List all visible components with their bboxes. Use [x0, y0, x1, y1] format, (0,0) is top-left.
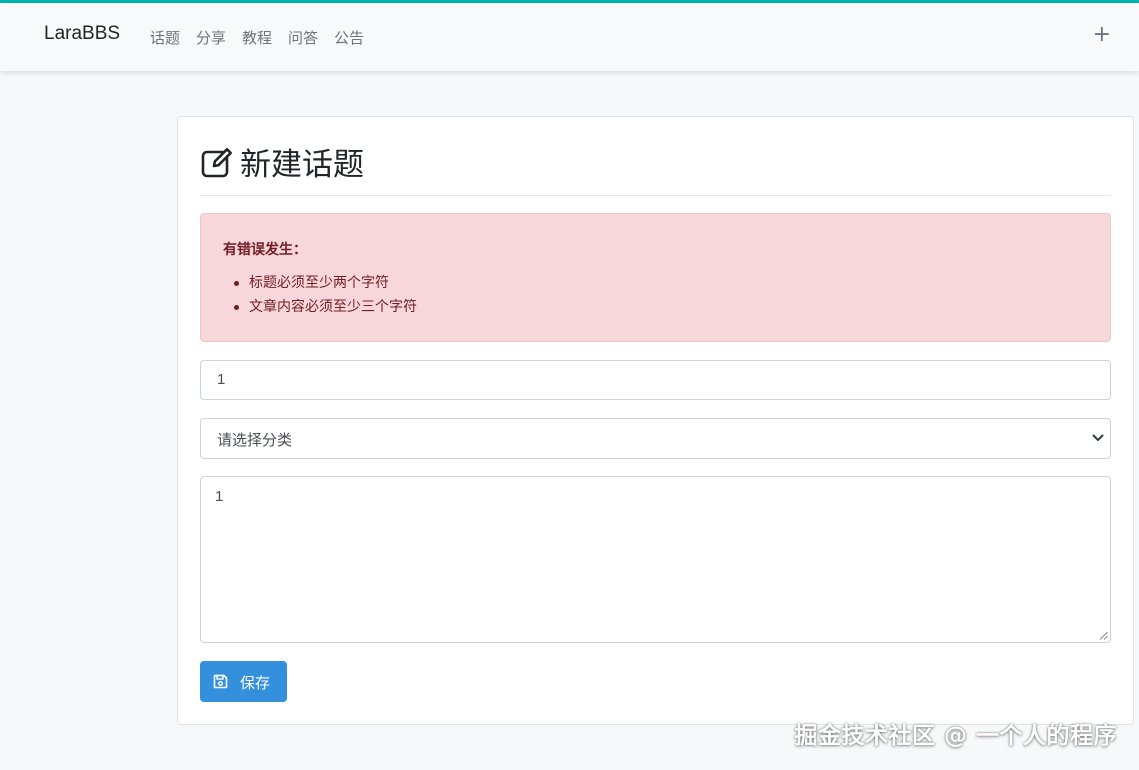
save-icon	[213, 674, 228, 689]
chevron-down-icon	[1092, 434, 1104, 441]
error-alert-heading: 有错误发生：	[223, 242, 307, 258]
nav-item-share[interactable]: 分享	[196, 27, 226, 48]
navbar: LaraBBS 话题 分享 教程 问答 公告 +	[0, 3, 1139, 71]
edit-icon	[201, 147, 232, 177]
error-alert: 有错误发生： 标题必须至少两个字符 文章内容必须至少三个字符	[200, 213, 1111, 342]
error-list: 标题必须至少两个字符 文章内容必须至少三个字符	[234, 271, 417, 319]
plus-icon[interactable]: +	[1093, 23, 1111, 47]
title-input[interactable]: 1	[200, 360, 1111, 400]
title-divider	[200, 195, 1111, 196]
save-button[interactable]: 保存	[200, 661, 287, 702]
body-textarea[interactable]: 1	[200, 476, 1111, 643]
error-list-item: 标题必须至少两个字符	[234, 271, 417, 295]
category-select-value: 请选择分类	[217, 431, 293, 449]
nav-item-announcements[interactable]: 公告	[334, 27, 364, 48]
nav-item-topics[interactable]: 话题	[150, 27, 180, 48]
category-select[interactable]: 请选择分类	[200, 418, 1111, 459]
body-textarea-value: 1	[215, 488, 224, 505]
error-list-item: 文章内容必须至少三个字符	[234, 295, 417, 319]
page-title: 新建话题	[240, 147, 364, 183]
resize-handle-icon[interactable]	[1099, 631, 1108, 640]
brand-logo[interactable]: LaraBBS	[44, 23, 120, 45]
watermark: 掘金技术社区 @ 一个人的程序	[794, 723, 1117, 749]
new-topic-card: 新建话题 有错误发生： 标题必须至少两个字符 文章内容必须至少三个字符 1 请选…	[177, 116, 1134, 725]
nav-menu: 话题 分享 教程 问答 公告	[150, 27, 380, 48]
save-button-label: 保存	[240, 674, 271, 692]
nav-item-qa[interactable]: 问答	[288, 27, 318, 48]
page-header: 新建话题	[200, 139, 364, 184]
nav-item-tutorials[interactable]: 教程	[242, 27, 272, 48]
